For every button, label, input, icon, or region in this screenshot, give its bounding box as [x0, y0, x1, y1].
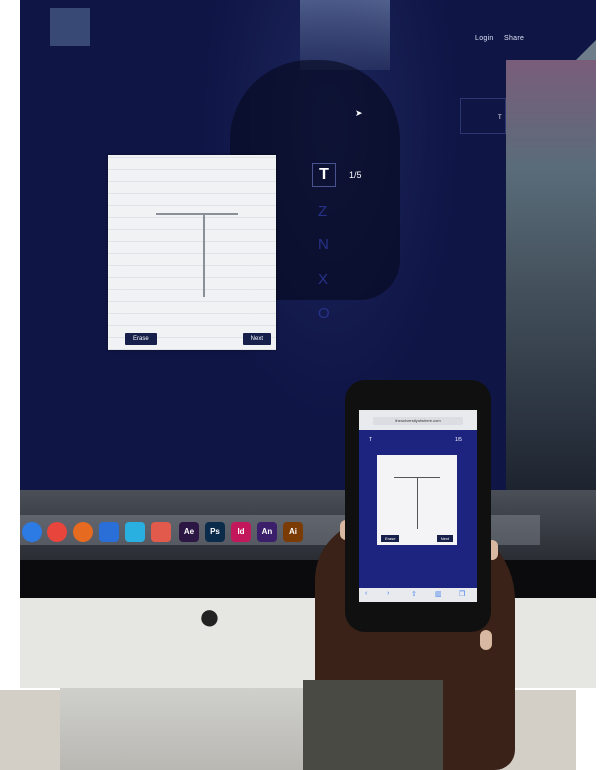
phone-erase-button[interactable]: Erase: [381, 535, 400, 542]
progress-counter: 1/5: [349, 170, 362, 180]
photo: Login Share ➤ T Erase Next T 1/5 Z N X O: [0, 0, 610, 770]
drawing-pad[interactable]: Erase Next: [108, 155, 276, 350]
tabs-icon[interactable]: ❐: [459, 590, 465, 598]
queue-letter: X: [318, 271, 329, 288]
queue-letter: N: [318, 236, 329, 253]
current-letter: T: [312, 163, 336, 187]
bookmarks-icon[interactable]: ▥: [435, 590, 442, 598]
dock-app-ae[interactable]: Ae: [179, 522, 199, 542]
back-icon[interactable]: ‹: [365, 590, 367, 597]
minimap-letter: T: [498, 115, 502, 121]
phone-current-letter: T: [369, 437, 373, 443]
app-icon[interactable]: [99, 522, 119, 542]
dock-app-ps[interactable]: Ps: [205, 522, 225, 542]
phone-url-bar[interactable]: theuniversityofwhere.com: [373, 417, 463, 425]
app-icon[interactable]: [125, 522, 145, 542]
drawn-stroke-horizontal: [156, 213, 238, 215]
dock-app-an[interactable]: An: [257, 522, 277, 542]
login-link[interactable]: Login: [475, 35, 494, 42]
fingernail: [480, 630, 492, 650]
forward-icon[interactable]: ›: [387, 590, 389, 597]
queue-letter: Z: [318, 203, 328, 220]
photo-border-right: [596, 0, 610, 770]
phone-screen: theuniversityofwhere.com T 1/5 Erase Nex…: [359, 410, 477, 602]
erase-button[interactable]: Erase: [125, 333, 157, 345]
app-icon[interactable]: [151, 522, 171, 542]
dock-app-ai[interactable]: Ai: [283, 522, 303, 542]
phone-toolbar: ‹ › ⇧ ▥ ❐: [359, 588, 477, 602]
dock-app-id[interactable]: Id: [231, 522, 251, 542]
phone-stroke-vertical: [417, 477, 418, 529]
window-reflection-left: [50, 8, 90, 46]
next-button[interactable]: Next: [242, 333, 271, 345]
sleeve: [303, 680, 443, 770]
phone-next-button[interactable]: Next: [436, 535, 453, 542]
iphone: theuniversityofwhere.com T 1/5 Erase Nex…: [345, 380, 491, 632]
share-icon[interactable]: ⇧: [411, 590, 417, 598]
firefox-icon[interactable]: [73, 522, 93, 542]
share-link[interactable]: Share: [504, 35, 524, 42]
monitor-screen: Login Share ➤ T Erase Next T 1/5 Z N X O: [20, 0, 596, 490]
apple-logo-icon: ●: [198, 596, 221, 638]
chrome-icon[interactable]: [47, 522, 67, 542]
phone-drawing-pad[interactable]: Erase Next: [377, 455, 457, 545]
cursor-arrow-icon: ➤: [355, 108, 363, 118]
phone-progress: 1/5: [455, 437, 462, 443]
queue-letter: O: [318, 305, 330, 322]
drawn-stroke-vertical: [203, 215, 205, 297]
safari-icon[interactable]: [22, 522, 42, 542]
phone-browser-bar: theuniversityofwhere.com: [359, 410, 477, 430]
desktop-wallpaper: [506, 60, 596, 490]
photo-border-left: [0, 0, 20, 770]
